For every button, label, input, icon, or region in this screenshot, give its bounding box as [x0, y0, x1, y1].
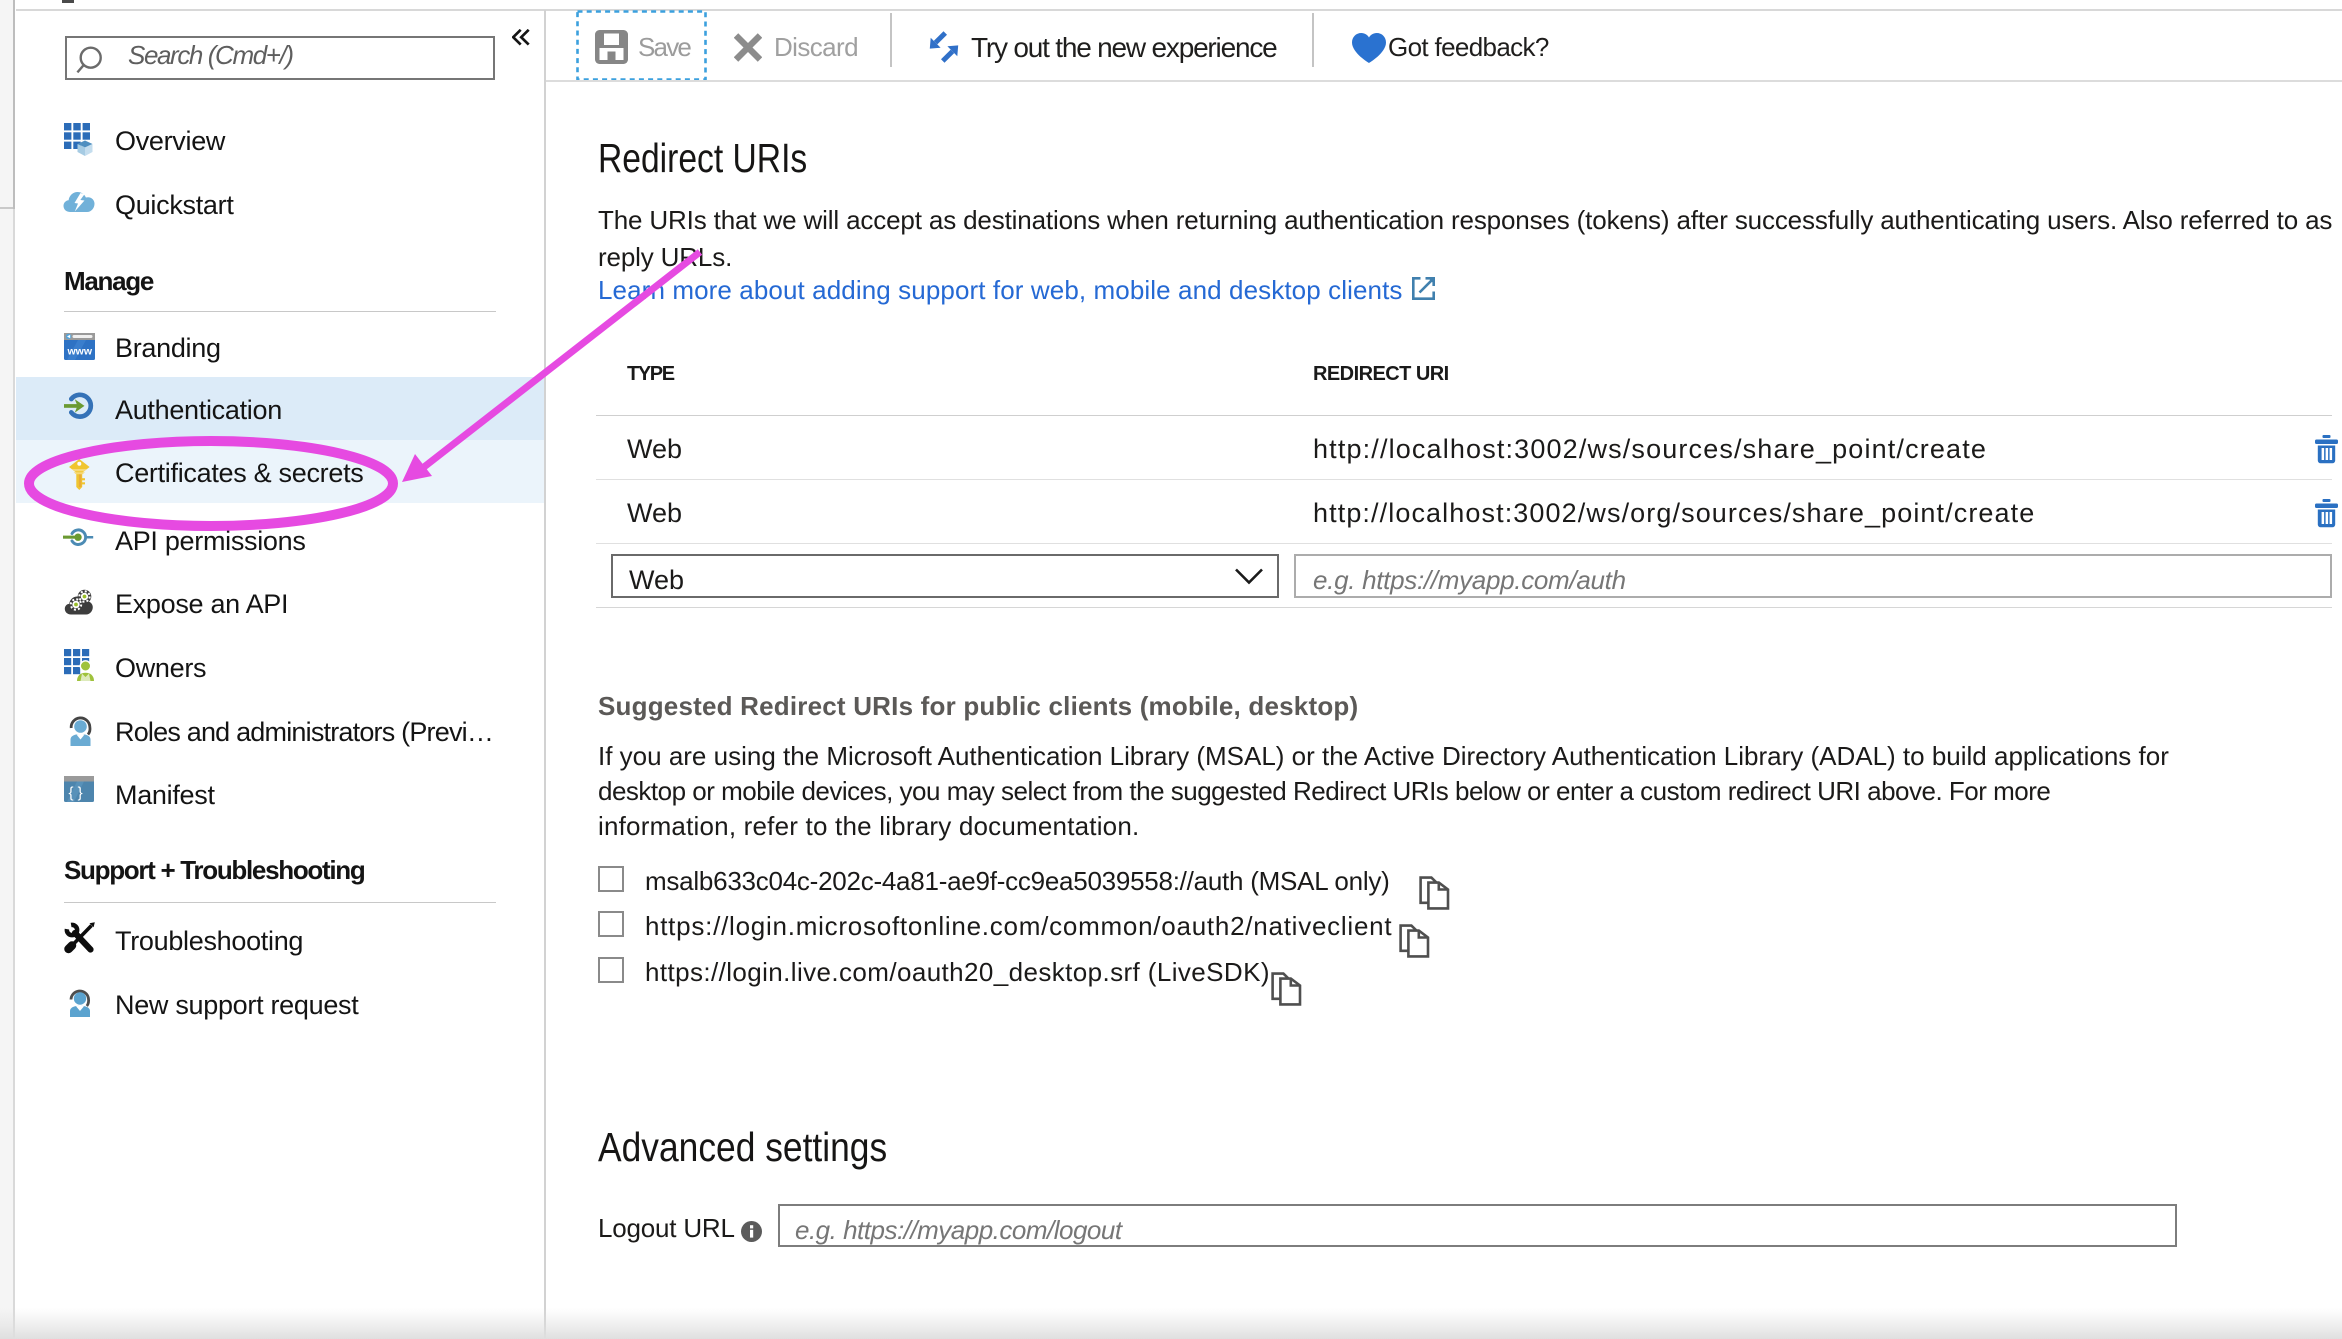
svg-text:{ }: { } — [69, 785, 83, 802]
svg-text:www: www — [67, 346, 93, 358]
